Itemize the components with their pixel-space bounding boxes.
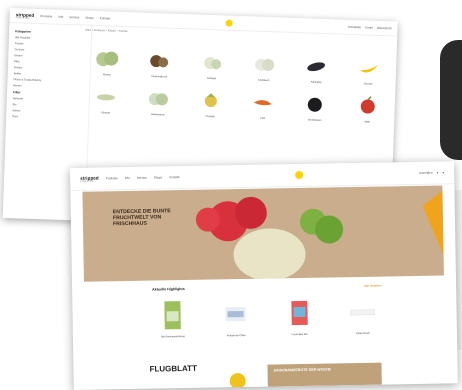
filter-item[interactable]: Preis	[12, 115, 82, 120]
blackberry-icon	[302, 91, 329, 116]
brand-logo[interactable]: stripped Fruits & Veg	[80, 175, 99, 182]
product-card[interactable]: Frucht Box Mix	[279, 296, 320, 337]
login-link[interactable]: Anmelden	[419, 171, 433, 175]
product-grid: Kiwano Passionsfrucht Kohlrabi Knoblauch…	[82, 46, 392, 125]
product-card[interactable]: Passionsfrucht	[136, 47, 183, 79]
product-name: Dattel Snack	[356, 331, 370, 336]
nav-item[interactable]: Produkte	[106, 176, 118, 180]
snack-icon	[223, 297, 250, 331]
product-card[interactable]: Kiwano	[84, 46, 131, 78]
product-name: Apfel	[364, 120, 370, 124]
account-icon[interactable]: ●	[436, 171, 438, 175]
cart-icon[interactable]: Warenkorb	[377, 26, 392, 31]
product-name: Knoblauch	[258, 78, 270, 83]
product-name: Chayote	[101, 111, 111, 115]
pineapple-icon	[145, 86, 172, 111]
product-card[interactable]: Aubergine	[293, 53, 340, 85]
product-name: Chili	[260, 116, 265, 120]
sidebar-item[interactable]: Beeren	[13, 84, 83, 89]
nav-item[interactable]: Service	[69, 15, 79, 19]
device-fragment	[440, 40, 462, 160]
nav-item[interactable]: Kontakt	[169, 175, 179, 179]
kohlrabi-icon	[199, 50, 226, 75]
sidebar-item[interactable]: Kräuter	[14, 66, 84, 71]
filter-item[interactable]: Bio	[13, 103, 83, 108]
product-name: Kokosnuss Chips	[227, 333, 246, 338]
sidebar-item[interactable]: Exoten	[14, 54, 84, 59]
product-card[interactable]: Chayote	[82, 84, 129, 116]
search-icon[interactable]	[225, 19, 233, 27]
product-card[interactable]: Brombeeren	[292, 91, 339, 123]
product-card[interactable]: Bio Gemüsemischung	[152, 298, 193, 339]
banana-icon	[356, 55, 383, 80]
chayote-icon	[93, 84, 120, 109]
product-card[interactable]: Apfel	[344, 93, 391, 125]
product-name: Bio Gemüsemischung	[161, 335, 185, 339]
view-all-link[interactable]: Alle ansehen	[364, 284, 381, 288]
product-name: Kohlrabi	[207, 76, 216, 81]
product-name: Brombeeren	[308, 118, 322, 122]
sidebar-item[interactable]: Pilze	[14, 60, 84, 65]
product-name: Aubergine	[310, 80, 322, 84]
product-name: Babyananas	[151, 112, 165, 117]
hero-banner[interactable]: ENTDECKE DIE BUNTE FRUCHTWELT VON FRISCH…	[82, 185, 444, 282]
cart-icon[interactable]: ●	[442, 170, 444, 174]
chili-icon	[250, 89, 277, 114]
flyer-image	[226, 369, 254, 390]
product-card[interactable]: Kohlrabi	[188, 49, 235, 81]
product-name: Physalis	[205, 114, 215, 119]
filter-item[interactable]: Herkunft	[13, 97, 83, 102]
box-icon	[288, 296, 311, 330]
home-screenshot: stripped Fruits & Veg Produkte Info Serv…	[70, 161, 458, 390]
nav-item[interactable]: Info	[125, 176, 130, 180]
sidebar-item[interactable]: Salate	[14, 72, 84, 77]
product-name: Passionsfrucht	[151, 74, 168, 79]
nav-item[interactable]: Shops	[85, 16, 94, 20]
nav-item[interactable]: Kontakt	[100, 16, 110, 20]
apple-icon	[354, 93, 381, 118]
product-card[interactable]: Dattel Snack	[342, 295, 383, 336]
flyer-title[interactable]: FLUGBLATT	[149, 363, 223, 388]
product-card[interactable]: Knoblauch	[241, 51, 288, 83]
sidebar-item[interactable]: Nüsse & Trockenfrüchte	[13, 78, 83, 83]
brand-logo[interactable]: stripped Fruits & Veg	[16, 12, 35, 20]
filter-title: Filter	[12, 90, 21, 95]
login-link[interactable]: Anmelden	[348, 25, 362, 29]
nav-item[interactable]: Info	[58, 15, 63, 19]
product-card[interactable]: Chili	[239, 89, 286, 121]
filter-item[interactable]: Saison	[12, 109, 82, 114]
garlic-icon	[251, 51, 278, 76]
product-card[interactable]: Banane	[345, 55, 392, 87]
section-title: Aktuelle Highlights	[152, 287, 185, 292]
product-card[interactable]: Kokosnuss Chips	[216, 297, 257, 338]
nav-item[interactable]: Shops	[154, 175, 163, 179]
sidebar-item[interactable]: Gemüse	[14, 48, 84, 53]
product-name: Frucht Box Mix	[291, 332, 308, 337]
passionfruit-icon	[146, 48, 173, 73]
product-name: Kiwano	[102, 73, 111, 77]
nav-item[interactable]: Service	[137, 176, 147, 180]
sidebar-title: Kategorien	[15, 29, 31, 34]
bar-icon	[347, 295, 378, 330]
sidebar-item[interactable]: Früchte	[15, 42, 85, 47]
flyer-banner[interactable]: SAISONANGEBOTE DER WOCHE	[267, 362, 382, 387]
product-card[interactable]: Physalis	[187, 87, 234, 119]
nav-item[interactable]: Produkte	[40, 14, 52, 18]
package-icon	[161, 298, 184, 332]
melon-icon	[94, 46, 121, 71]
search-icon[interactable]	[295, 170, 304, 180]
sidebar-item[interactable]: Alle Produkte	[15, 36, 85, 41]
eggplant-icon	[303, 53, 330, 78]
product-card[interactable]: Babyananas	[135, 85, 182, 117]
product-name: Banane	[364, 82, 373, 86]
highlight-products: Bio Gemüsemischung Kokosnuss Chips Fruch…	[152, 295, 383, 339]
physalis-icon	[197, 88, 224, 113]
account-icon[interactable]: Konto	[365, 25, 373, 29]
hero-fruit-illustration	[195, 190, 444, 281]
